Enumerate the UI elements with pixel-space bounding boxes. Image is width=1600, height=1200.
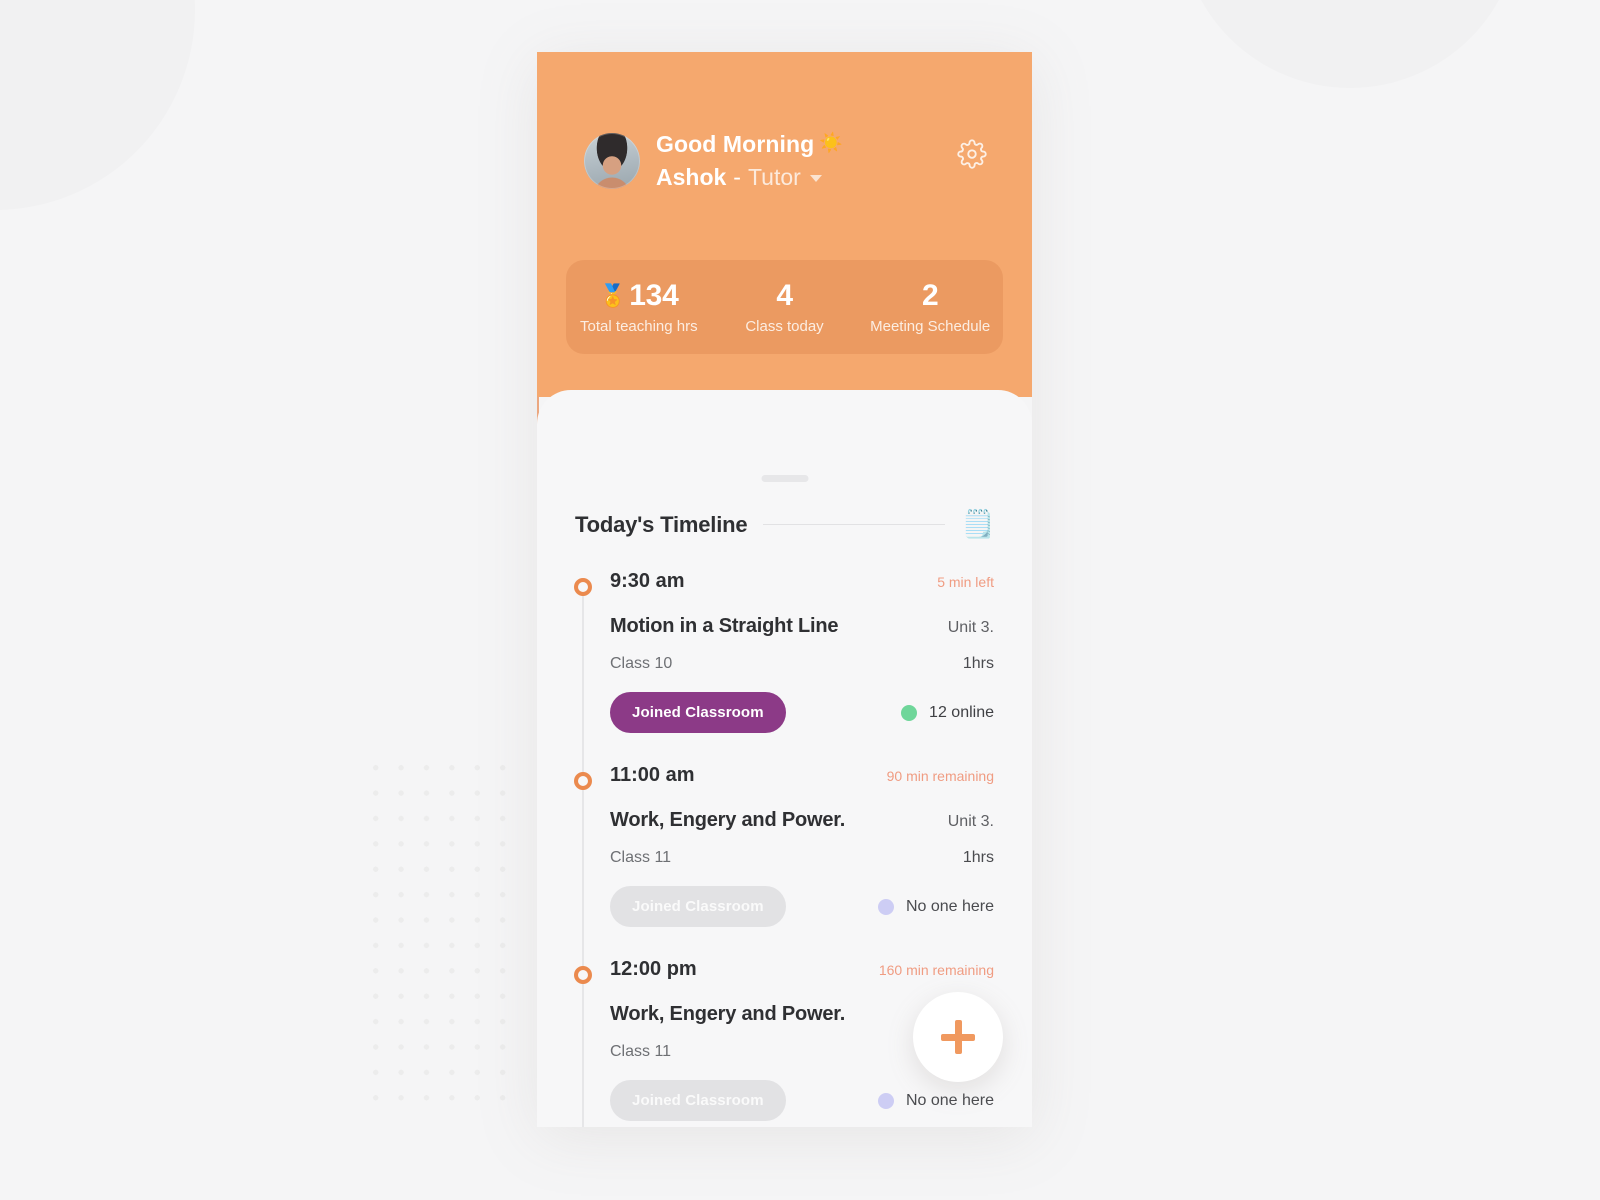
timeline-item-time-row: 9:30 am 5 min left [537,570,1032,593]
stat-value: 134 [629,279,679,312]
greeting-line: Good Morning ☀️ [656,131,843,159]
timeline-item-action-row: Joined Classroom No one here [537,1080,1032,1121]
presence-indicator: No one here [877,1091,994,1110]
timeline-item-class-row: Class 10 1hrs [537,655,1032,673]
timeline-item-class: Class 11 [610,1043,672,1060]
page-title: Today's Timeline [575,511,748,537]
app-header: Good Morning ☀️ Ashok - Tutor 🏅 134 Tota… [537,52,1032,397]
greeting-block: Good Morning ☀️ Ashok - Tutor [656,131,843,191]
join-classroom-button[interactable]: Joined Classroom [610,886,786,927]
stat-total-teaching-hours[interactable]: 🏅 134 Total teaching hrs [566,279,712,335]
user-identity-line[interactable]: Ashok - Tutor [656,164,843,192]
timeline-item-class-row: Class 11 1hrs [537,849,1032,867]
timeline-marker-icon [574,578,592,596]
timeline-item-duration: 1hrs [962,655,994,672]
timeline-item-class: Class 11 [610,849,672,866]
name-separator: - [733,163,741,190]
stat-class-today[interactable]: 4 Class today [712,279,858,335]
timeline-item[interactable]: 9:30 am 5 min left Motion in a Straight … [537,570,1032,733]
timeline-item-remaining: 90 min remaining [886,768,994,784]
status-dot-icon [901,704,918,721]
timeline-item-unit: Unit 3. [947,619,994,636]
stat-label: Total teaching hrs [580,318,698,335]
stat-label: Class today [745,318,824,335]
settings-button[interactable] [950,132,994,176]
join-classroom-button[interactable]: Joined Classroom [610,692,786,733]
status-dot-icon [877,898,894,915]
timeline-header: Today's Timeline 🗒️ [575,511,995,538]
stats-card: 🏅 134 Total teaching hrs 4 Class today 2 [566,260,1003,354]
stat-value-row: 2 [857,279,1003,313]
timeline-item-action-row: Joined Classroom No one here [537,886,1032,927]
timeline-item-subject-row: Motion in a Straight Line Unit 3. [537,615,1032,638]
decorative-circle-top-right [1180,0,1520,88]
timeline-item-remaining: 5 min left [937,574,994,590]
timeline-item-unit: Unit 3. [947,813,994,830]
timeline-item-time: 11:00 am [610,764,695,786]
decorative-circle-top-left [0,0,195,210]
timeline-item-subject: Work, Engery and Power. [610,1003,846,1025]
presence-label: No one here [905,1091,994,1109]
stat-value: 2 [921,279,939,312]
stat-meeting-schedule[interactable]: 2 Meeting Schedule [857,279,1003,335]
presence-label: 12 online [929,703,994,721]
timeline-item-subject: Work, Engery and Power. [610,809,846,831]
sun-icon: ☀️ [819,133,844,155]
timeline-item-time-row: 12:00 pm 160 min remaining [537,958,1032,981]
status-dot-icon [877,1092,894,1109]
join-classroom-button[interactable]: Joined Classroom [610,1080,786,1121]
timeline-item-remaining: 160 min remaining [878,962,994,978]
sheet-drag-handle[interactable] [761,475,808,482]
timeline-item-duration: 1hrs [962,849,994,866]
gear-icon [957,139,987,169]
plus-icon [941,1020,975,1054]
timeline-item-class: Class 10 [610,655,673,672]
chevron-down-icon[interactable] [809,174,822,182]
stat-value: 4 [776,279,793,312]
presence-label: No one here [905,897,994,915]
notepad-icon[interactable]: 🗒️ [961,511,995,538]
timeline-item[interactable]: 11:00 am 90 min remaining Work, Engery a… [537,764,1032,927]
greeting-text: Good Morning [656,131,815,157]
presence-indicator: No one here [877,897,994,916]
presence-indicator: 12 online [901,704,994,722]
stat-value-row: 🏅 134 [566,279,712,313]
phone-mockup: Good Morning ☀️ Ashok - Tutor 🏅 134 Tota… [537,52,1032,1127]
profile-row[interactable]: Good Morning ☀️ Ashok - Tutor [584,131,843,191]
user-name: Ashok [656,163,727,190]
timeline-item-action-row: Joined Classroom 12 online [537,692,1032,733]
timeline-item-time-row: 11:00 am 90 min remaining [537,764,1032,787]
timeline-item-subject: Motion in a Straight Line [610,615,839,637]
timeline-marker-icon [574,966,592,984]
timeline-item-time: 9:30 am [610,570,685,592]
screenshot-canvas: Good Morning ☀️ Ashok - Tutor 🏅 134 Tota… [0,0,1600,1200]
stat-label: Meeting Schedule [870,318,991,335]
medal-icon: 🏅 [599,283,627,308]
timeline-item-time: 12:00 pm [610,958,697,980]
user-role: Tutor [747,163,801,190]
timeline-item-subject-row: Work, Engery and Power. Unit 3. [537,809,1032,832]
avatar[interactable] [584,133,640,190]
stat-value-row: 4 [712,279,858,313]
timeline-marker-icon [574,772,592,790]
add-button[interactable] [913,992,1003,1082]
divider [763,524,946,525]
decorative-dot-grid [363,755,525,1110]
